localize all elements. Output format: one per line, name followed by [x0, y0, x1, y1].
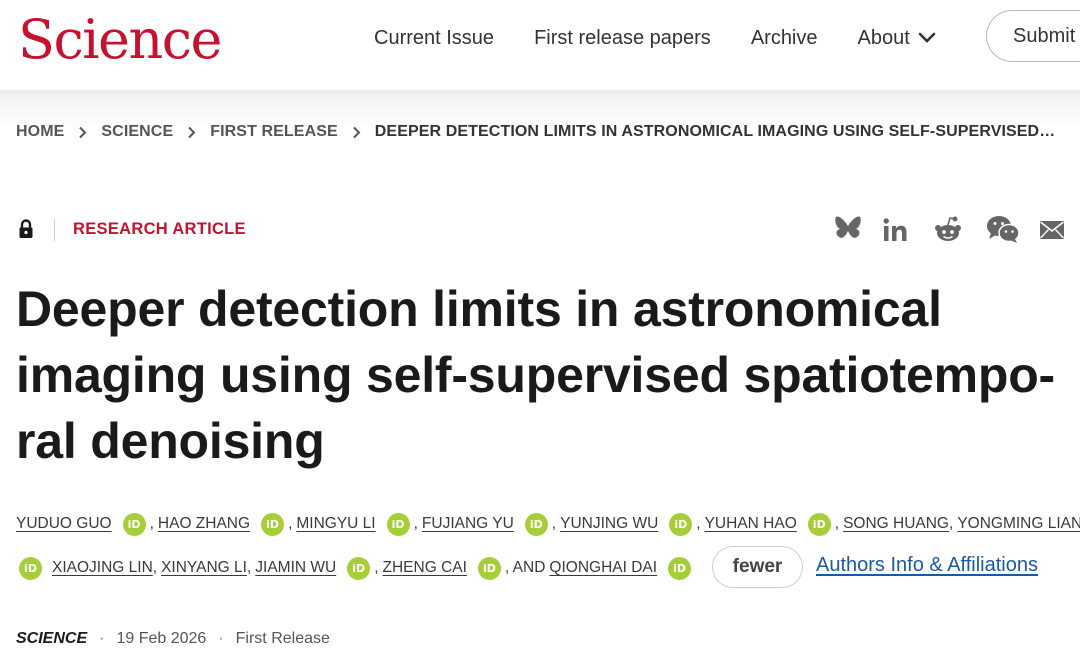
author-separator: , — [551, 515, 557, 532]
orcid-icon[interactable]: iD — [19, 556, 42, 580]
orcid-icon[interactable]: iD — [347, 556, 371, 580]
main-nav: Current Issue First release papers Archi… — [374, 0, 976, 76]
separator-dot: · — [218, 630, 224, 647]
orcid-icon[interactable]: iD — [261, 512, 285, 536]
submit-button[interactable]: Submit — [986, 10, 1080, 62]
publication-date: 19 Feb 2026 — [116, 630, 207, 647]
lock-icon — [18, 218, 34, 245]
authors-line-2: iD XIAOJING LIN, XINYANG LI, JIAMIN WU iD,… — [16, 553, 695, 583]
nav-archive[interactable]: Archive — [751, 27, 818, 50]
authors-line-1: YUDUO GUO iD, HAO ZHANG iD, MINGYU LI iD, F… — [16, 509, 1080, 539]
chevron-right-icon — [78, 126, 87, 139]
breadcrumb-home[interactable]: HOME — [16, 123, 64, 141]
nav-about-label: About — [857, 26, 910, 49]
author-link[interactable]: SONG HUANG — [843, 515, 949, 533]
email-icon[interactable] — [1039, 220, 1065, 240]
author-separator: , — [696, 515, 701, 532]
author-separator: , — [152, 559, 158, 576]
separator-dot: · — [99, 630, 105, 647]
divider — [54, 219, 55, 241]
linkedin-icon[interactable] — [881, 216, 909, 244]
author-link[interactable]: YONGMING LIANG — [957, 515, 1080, 533]
orcid-icon[interactable]: iD — [524, 512, 548, 536]
nav-current-issue[interactable]: Current Issue — [374, 27, 494, 50]
author-separator: , — [413, 515, 418, 532]
author-link[interactable]: XIAOJING LIN — [52, 559, 153, 577]
fewer-authors-button[interactable]: fewer — [712, 546, 803, 588]
author-link[interactable]: XINYANG LI — [161, 559, 247, 577]
author-link[interactable]: HAO ZHANG — [158, 515, 250, 533]
authors-info-affiliations-link[interactable]: Authors Info & Affiliations — [816, 554, 1038, 577]
breadcrumb: HOME SCIENCE FIRST RELEASE DEEPER DETECT… — [16, 120, 1055, 144]
bluesky-icon[interactable] — [834, 215, 862, 241]
author-separator: , — [288, 515, 293, 532]
author-link[interactable]: YUHAN HAO — [705, 515, 797, 533]
chevron-right-icon — [187, 126, 196, 139]
author-separator: , — [246, 559, 252, 576]
nav-about[interactable]: About — [858, 27, 936, 50]
author-separator: , AND — [504, 559, 546, 576]
publication-status: First Release — [235, 630, 330, 647]
author-link[interactable]: ZHENG CAI — [383, 559, 467, 577]
author-link[interactable]: MINGYU LI — [296, 515, 375, 533]
author-link[interactable]: YUDUO GUO — [16, 515, 112, 533]
orcid-icon[interactable]: iD — [477, 556, 501, 580]
publication-meta: SCIENCE · 19 Feb 2026 · First Release — [16, 628, 330, 650]
author-link[interactable]: YUNJING WU — [560, 515, 658, 533]
author-link[interactable]: FUJIANG YU — [422, 515, 514, 533]
author-link[interactable]: QIONGHAI DAI — [549, 559, 657, 577]
author-separator: , — [374, 559, 379, 576]
breadcrumb-first-release[interactable]: FIRST RELEASE — [210, 123, 338, 141]
article-type-label: RESEARCH ARTICLE — [73, 220, 246, 238]
journal-name: SCIENCE — [16, 630, 88, 647]
science-logo[interactable]: Science — [18, 8, 222, 72]
orcid-icon[interactable]: iD — [668, 556, 692, 580]
reddit-icon[interactable] — [933, 214, 963, 244]
chevron-right-icon — [352, 126, 361, 139]
orcid-icon[interactable]: iD — [122, 512, 146, 536]
breadcrumb-current: DEEPER DETECTION LIMITS IN ASTRONOMICAL … — [374, 123, 1056, 140]
author-separator: , — [949, 515, 954, 532]
author-separator: , — [149, 515, 154, 532]
breadcrumb-science[interactable]: SCIENCE — [101, 123, 173, 141]
author-link[interactable]: JIAMIN WU — [255, 559, 336, 577]
orcid-icon[interactable]: iD — [386, 512, 410, 536]
wechat-icon[interactable] — [986, 214, 1020, 244]
nav-first-release-papers[interactable]: First release papers — [534, 27, 711, 50]
site-header: Science Current Issue First release pape… — [0, 0, 1080, 90]
orcid-icon[interactable]: iD — [669, 512, 693, 536]
chevron-down-icon — [918, 32, 936, 43]
author-separator: , — [834, 515, 840, 532]
article-title: Deeper detection limits in astronomical … — [16, 281, 1055, 469]
orcid-icon[interactable]: iD — [807, 512, 831, 536]
